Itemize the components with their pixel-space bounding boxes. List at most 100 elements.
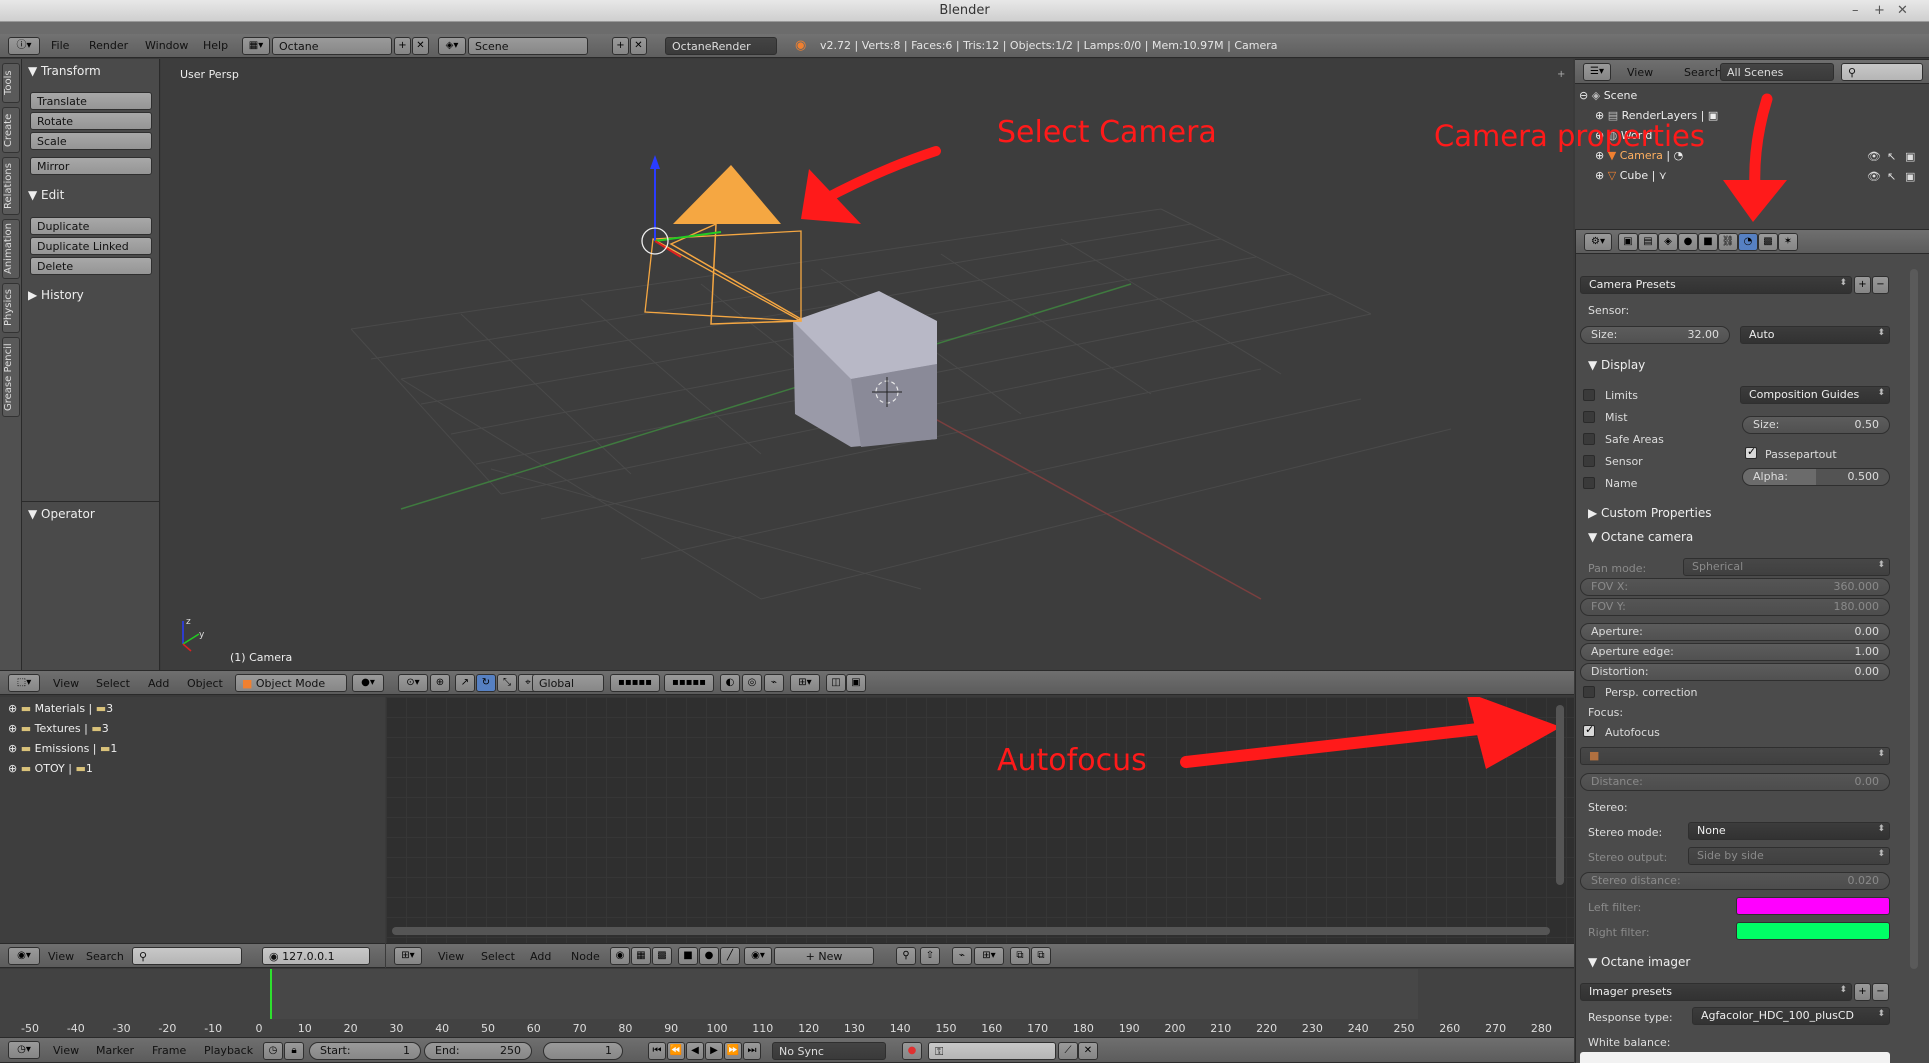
- timeline-editor-icon[interactable]: ◷▾: [8, 1041, 40, 1059]
- sync-select[interactable]: No Sync: [772, 1042, 886, 1060]
- stereo-output-select[interactable]: Side by side: [1688, 847, 1890, 865]
- aperture-edge-field[interactable]: Aperture edge: 1.00: [1580, 643, 1890, 661]
- response-type-select[interactable]: Agfacolor_HDC_100_plusCD: [1692, 1007, 1890, 1025]
- paste-nodes-icon[interactable]: ⧉: [1031, 947, 1051, 965]
- autofocus-checkbox[interactable]: [1583, 723, 1595, 737]
- start-frame-field[interactable]: Start: 1: [309, 1042, 421, 1060]
- node-snap-icon[interactable]: ⌁: [952, 947, 972, 965]
- menu-add[interactable]: Add: [148, 677, 169, 690]
- delete-button[interactable]: Delete: [30, 257, 152, 275]
- menu-view[interactable]: View: [53, 677, 79, 690]
- tab-grease-pencil[interactable]: Grease Pencil: [2, 337, 20, 417]
- node-hscrollbar[interactable]: [392, 927, 1550, 935]
- fov-x-field[interactable]: FOV X: 360.000: [1580, 578, 1890, 596]
- mirror-button[interactable]: Mirror: [30, 157, 152, 175]
- sensor-size-field[interactable]: Size: 32.00: [1580, 326, 1730, 344]
- current-frame-field[interactable]: 1: [543, 1042, 623, 1060]
- camera-data-tab-icon[interactable]: ◔: [1738, 233, 1758, 251]
- translate-button[interactable]: Translate: [30, 92, 152, 110]
- jump-start-icon[interactable]: ⏮: [648, 1042, 666, 1060]
- outliner-menu-search[interactable]: Search: [1684, 66, 1722, 79]
- tab-relations[interactable]: Relations: [2, 157, 20, 215]
- history-header[interactable]: ▶ History: [28, 288, 84, 302]
- right-filter-color[interactable]: [1736, 922, 1890, 940]
- layers-grid-2[interactable]: ▪▪▪▪▪: [664, 674, 714, 692]
- edit-header[interactable]: ▼ Edit: [28, 188, 64, 202]
- node-menu-view[interactable]: View: [438, 950, 464, 963]
- menu-window[interactable]: Window: [145, 39, 188, 52]
- record-icon[interactable]: ●: [902, 1042, 922, 1060]
- node-compositor-icon[interactable]: ▦: [631, 947, 651, 965]
- menu-render[interactable]: Render: [89, 39, 128, 52]
- timeline[interactable]: -50 -40 -30 -20 -10 0 10 20 30 40 50 60 70 80 90 100 110…: [0, 969, 1574, 1037]
- expand-icon[interactable]: ⊕: [8, 742, 17, 755]
- delete-keyframe-icon[interactable]: ✕: [1078, 1042, 1098, 1060]
- focus-distance-field[interactable]: Distance: 0.00: [1580, 773, 1890, 791]
- outliner-filter-select[interactable]: All Scenes: [1720, 63, 1834, 81]
- list-item[interactable]: ⊕ ▬ Emissions | ▬1: [8, 742, 117, 755]
- object-tab-icon[interactable]: ■: [1698, 233, 1718, 251]
- add-imager-preset-icon[interactable]: +: [1854, 983, 1871, 1001]
- node-vscrollbar[interactable]: [1556, 705, 1564, 885]
- snap-target-icon[interactable]: ⊞▾: [790, 674, 820, 692]
- timeline-menu-marker[interactable]: Marker: [96, 1044, 134, 1057]
- persp-correction-checkbox[interactable]: [1583, 686, 1595, 698]
- focus-object-field[interactable]: ■: [1580, 747, 1890, 765]
- custom-properties-header[interactable]: ▶ Custom Properties: [1588, 506, 1711, 520]
- scene-tab-icon[interactable]: ◈: [1658, 233, 1678, 251]
- material-browse-icon[interactable]: ◉▾: [744, 947, 772, 965]
- layout-name-field[interactable]: Octane: [272, 37, 392, 55]
- scale-button[interactable]: Scale: [30, 132, 152, 150]
- tab-tools[interactable]: Tools: [2, 63, 20, 103]
- render-tab-icon[interactable]: ▣: [1618, 233, 1638, 251]
- menu-select[interactable]: Select: [96, 677, 130, 690]
- duplicate-button[interactable]: Duplicate: [30, 217, 152, 235]
- particles-tab-icon[interactable]: ✶: [1778, 233, 1798, 251]
- jump-keyframe-forward-icon[interactable]: ⏩: [724, 1042, 742, 1060]
- composition-guides-select[interactable]: Composition Guides: [1740, 386, 1890, 404]
- sensor-fit-select[interactable]: Auto: [1740, 326, 1890, 344]
- end-frame-field[interactable]: End: 250: [424, 1042, 532, 1060]
- display-panel-header[interactable]: ▼ Display: [1588, 358, 1645, 372]
- tab-animation[interactable]: Animation: [2, 219, 20, 279]
- mist-checkbox[interactable]: [1583, 411, 1595, 423]
- constraints-tab-icon[interactable]: ⛓: [1718, 233, 1738, 251]
- remove-preset-icon[interactable]: −: [1872, 276, 1889, 294]
- alpha-field[interactable]: Alpha: 0.500: [1742, 468, 1890, 486]
- browser-editor-icon[interactable]: ◉▾: [8, 947, 40, 965]
- pan-mode-select[interactable]: Spherical: [1683, 558, 1890, 576]
- name-checkbox[interactable]: [1583, 477, 1595, 489]
- display-size-field[interactable]: Size: 0.50: [1742, 416, 1890, 434]
- texture-tab-icon[interactable]: ▩: [1758, 233, 1778, 251]
- lock-layers-icon[interactable]: ◐: [720, 674, 740, 692]
- properties-scrollbar[interactable]: [1910, 269, 1918, 969]
- editor-type-icon[interactable]: ⬚▾: [8, 674, 40, 692]
- fov-y-field[interactable]: FOV Y: 180.000: [1580, 598, 1890, 616]
- octane-camera-header[interactable]: ▼ Octane camera: [1588, 530, 1693, 544]
- timeline-menu-view[interactable]: View: [53, 1044, 79, 1057]
- add-scene-icon[interactable]: +: [612, 37, 629, 55]
- manipulator-toggle-icon[interactable]: ⊕: [430, 674, 450, 692]
- passepartout-checkbox[interactable]: [1745, 445, 1757, 459]
- camera-presets-select[interactable]: Camera Presets: [1580, 276, 1852, 294]
- remove-scene-icon[interactable]: ✕: [630, 37, 647, 55]
- node-shader-icon[interactable]: ◉: [610, 947, 630, 965]
- render-preview-icon[interactable]: ◫: [826, 674, 846, 692]
- remove-layout-icon[interactable]: ✕: [412, 37, 429, 55]
- node-menu-node[interactable]: Node: [571, 950, 600, 963]
- world-tab-icon[interactable]: ●: [1678, 233, 1698, 251]
- shading-select-icon[interactable]: ●▾: [352, 674, 384, 692]
- jump-keyframe-back-icon[interactable]: ⏪: [667, 1042, 685, 1060]
- pin-icon[interactable]: ⚲: [896, 947, 916, 965]
- insert-keyframe-icon[interactable]: ⟋: [1058, 1042, 1078, 1060]
- safe-areas-checkbox[interactable]: [1583, 433, 1595, 445]
- mode-select[interactable]: ■ Object Mode: [235, 674, 347, 692]
- expand-icon[interactable]: ⊕: [8, 702, 17, 715]
- list-item[interactable]: ⊕ ▬ Materials | ▬3: [8, 702, 113, 715]
- node-snap-target-icon[interactable]: ⊞▾: [974, 947, 1004, 965]
- new-material-button[interactable]: + New: [774, 947, 874, 965]
- tab-create[interactable]: Create: [2, 107, 20, 153]
- layers-grid-1[interactable]: ▪▪▪▪▪: [610, 674, 660, 692]
- duplicate-linked-button[interactable]: Duplicate Linked: [30, 237, 152, 255]
- node-editor[interactable]: Autofocus: [386, 697, 1574, 944]
